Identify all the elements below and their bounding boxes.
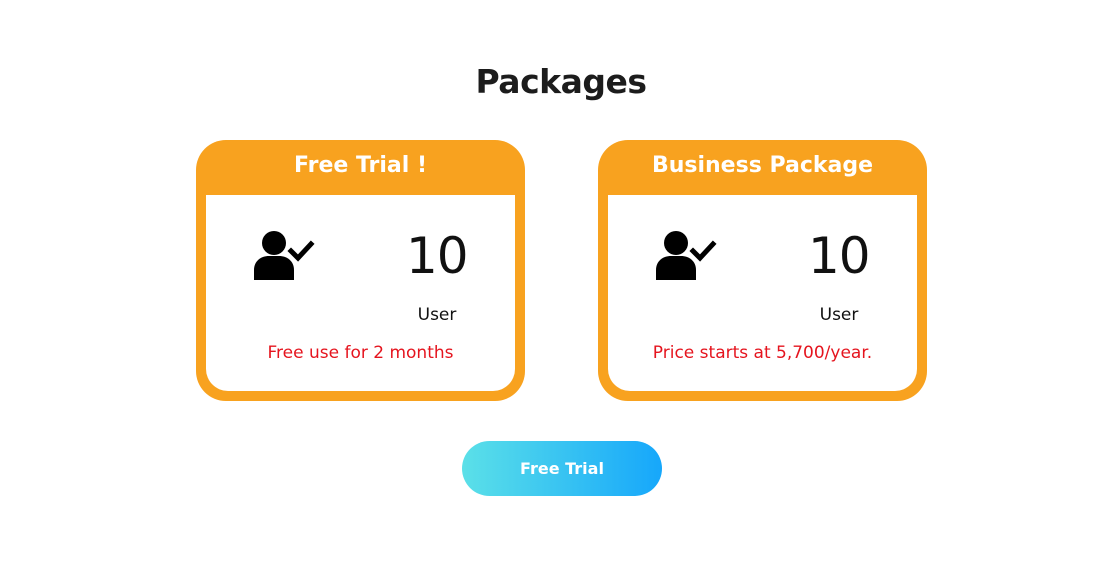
page-title: Packages bbox=[475, 62, 648, 101]
package-card-business: Business Package 10 User Price starts at… bbox=[598, 140, 927, 401]
package-title: Free Trial ! bbox=[293, 153, 428, 178]
user-check-icon bbox=[254, 231, 315, 280]
user-count: 10 bbox=[808, 227, 871, 285]
package-body: 10 User Price starts at 5,700/year. bbox=[608, 195, 917, 391]
package-note: Price starts at 5,700/year. bbox=[652, 343, 873, 363]
user-count: 10 bbox=[406, 227, 469, 285]
package-body: 10 User Free use for 2 months bbox=[206, 195, 515, 391]
free-trial-button[interactable]: Free Trial bbox=[462, 441, 662, 496]
package-note: Free use for 2 months bbox=[267, 343, 454, 363]
user-check-icon bbox=[656, 231, 717, 280]
user-count-label: User bbox=[417, 305, 457, 325]
package-card-free-trial: Free Trial ! 10 User Free use for 2 mont… bbox=[196, 140, 525, 401]
package-title: Business Package bbox=[651, 153, 874, 178]
packages-page: Packages Free Trial ! 10 User Free use f… bbox=[0, 0, 1102, 561]
user-count-label: User bbox=[819, 305, 859, 325]
